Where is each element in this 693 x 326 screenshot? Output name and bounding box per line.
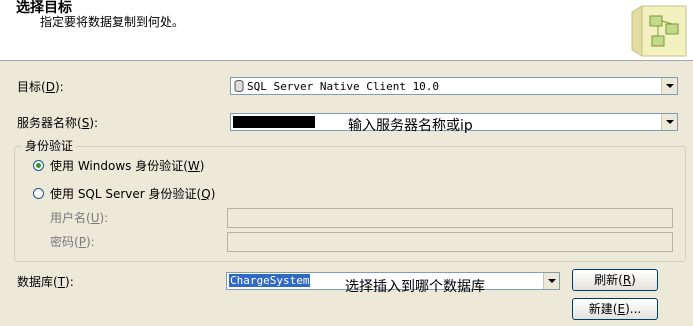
redacted-server-name [233, 116, 315, 128]
target-value: SQL Server Native Client 10.0 [247, 80, 440, 93]
database-value: ChargeSystem [229, 274, 311, 287]
page-title: 选择目标 [16, 0, 72, 16]
database-label: 数据库(T): [17, 275, 74, 289]
sql-auth-radio[interactable] [33, 188, 44, 199]
database-icon [234, 80, 244, 92]
wizard-logo-icon [631, 5, 687, 57]
sql-auth-label[interactable]: 使用 SQL Server 身份验证(Q) [50, 187, 215, 201]
server-annotation: 输入服务器名称或ip [348, 118, 473, 134]
target-dropdown[interactable]: SQL Server Native Client 10.0 [230, 77, 678, 95]
wizard-header: 选择目标 指定要将数据复制到何处。 [0, 0, 693, 61]
username-label: 用户名(U): [50, 211, 109, 225]
chevron-down-icon[interactable] [543, 273, 559, 289]
refresh-button[interactable]: 刷新(R) [572, 269, 658, 291]
target-label: 目标(D): [17, 80, 64, 94]
page-subtitle: 指定要将数据复制到何处。 [40, 15, 185, 29]
windows-auth-radio[interactable] [33, 160, 44, 171]
password-field[interactable] [227, 232, 673, 252]
database-annotation: 选择插入到哪个数据库 [345, 279, 485, 295]
server-label: 服务器名称(S): [17, 116, 99, 130]
chevron-down-icon[interactable] [661, 114, 677, 130]
windows-auth-label[interactable]: 使用 Windows 身份验证(W) [50, 159, 204, 173]
authentication-legend: 身份验证 [22, 139, 77, 153]
username-field[interactable] [227, 208, 673, 228]
chevron-down-icon[interactable] [661, 78, 677, 94]
password-label: 密码(P): [50, 235, 95, 249]
new-database-button[interactable]: 新建(E)... [572, 298, 658, 320]
